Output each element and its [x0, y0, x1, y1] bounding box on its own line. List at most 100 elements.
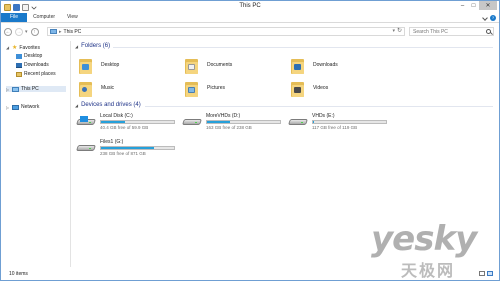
folders-group-title: Folders (6): [81, 43, 111, 49]
collapse-group-icon[interactable]: ◢: [75, 103, 78, 108]
breadcrumb-this-pc[interactable]: This PC: [64, 29, 82, 35]
properties-icon[interactable]: [13, 3, 20, 11]
folder-downloads[interactable]: Downloads: [291, 54, 391, 76]
drive-usage-bar: [100, 146, 175, 150]
nav-this-pc-label: This PC: [21, 86, 39, 92]
expand-ribbon-icon[interactable]: [482, 15, 488, 21]
address-bar[interactable]: ▸ This PC ▾ ↻: [47, 27, 405, 36]
search-box[interactable]: [409, 27, 494, 36]
folder-label: Pictures: [207, 85, 226, 91]
nav-item-label: Recent places: [24, 71, 56, 77]
drives-group-title: Devices and drives (4): [81, 102, 141, 108]
recent-places-icon: [16, 71, 22, 77]
nav-item-label: Desktop: [24, 53, 43, 59]
nav-network-label: Network: [21, 104, 40, 110]
navigation-bar: ← → ▾ ↑ ▸ This PC ▾ ↻: [1, 24, 499, 39]
drive-g[interactable]: Files1 (G:) 238 GB free of 871 GB: [73, 139, 177, 159]
address-dropdown-icon[interactable]: ▾: [392, 28, 395, 35]
desktop-icon: [16, 53, 22, 59]
folder-icon: [79, 80, 92, 97]
folder-videos[interactable]: Videos: [291, 77, 391, 99]
nav-item-label: Downloads: [24, 62, 49, 68]
nav-network[interactable]: ▷ Network: [6, 104, 39, 110]
forward-button[interactable]: →: [15, 27, 23, 36]
group-divider: [145, 106, 493, 107]
window-controls: – □ ✕: [457, 1, 497, 10]
ribbon-tabs: File Computer View ?: [1, 13, 499, 23]
folder-pictures[interactable]: Pictures: [185, 77, 285, 99]
hard-drive-icon: [76, 142, 96, 153]
folders-group-header[interactable]: ◢ Folders (6): [75, 43, 110, 49]
ribbon-controls: ?: [482, 15, 496, 21]
drive-free-space: 238 GB free of 871 GB: [100, 151, 146, 156]
folder-icon: [185, 57, 198, 74]
back-button[interactable]: ←: [4, 27, 12, 36]
star-icon: ★: [12, 45, 18, 51]
watermark-subtext: 天极网: [401, 261, 456, 280]
tab-file[interactable]: File: [1, 13, 28, 22]
hard-drive-icon: [288, 116, 308, 127]
folder-icon: [79, 57, 92, 74]
expand-icon[interactable]: ▷: [6, 87, 10, 92]
tab-computer[interactable]: Computer: [27, 13, 61, 22]
drive-free-space: 117 GB free of 119 GB: [312, 125, 358, 130]
customize-toolbar-icon[interactable]: [31, 4, 37, 10]
folder-icon[interactable]: [4, 3, 11, 11]
nav-favorites[interactable]: ◢ ★ Favorites: [6, 44, 40, 52]
expand-icon[interactable]: ▷: [6, 105, 10, 110]
new-folder-icon[interactable]: [22, 3, 29, 11]
recent-locations-icon[interactable]: ▾: [25, 29, 28, 35]
windows-drive-icon: [76, 116, 96, 127]
quick-access-toolbar: [1, 3, 37, 11]
drive-usage-bar: [312, 120, 387, 124]
search-input[interactable]: [413, 28, 485, 35]
drive-usage-bar: [206, 120, 281, 124]
nav-favorites-label: Favorites: [19, 44, 40, 51]
nav-item-recent-places[interactable]: Recent places: [16, 71, 56, 77]
drive-name: Files1 (G:): [100, 139, 124, 145]
folder-documents[interactable]: Documents: [185, 54, 285, 76]
help-icon[interactable]: ?: [490, 15, 496, 21]
drive-e[interactable]: VHDs (E:) 117 GB free of 119 GB: [285, 113, 389, 133]
tab-view[interactable]: View: [61, 13, 84, 22]
nav-item-downloads[interactable]: Downloads: [16, 62, 49, 68]
group-divider: [113, 47, 493, 48]
nav-item-desktop[interactable]: Desktop: [16, 53, 42, 59]
folder-icon: [185, 80, 198, 97]
drive-usage-bar: [100, 120, 175, 124]
close-button[interactable]: ✕: [479, 1, 497, 10]
folder-label: Videos: [313, 85, 329, 91]
drive-c[interactable]: Local Disk (C:) 40.4 GB free of 59.9 GB: [73, 113, 177, 133]
breadcrumb-separator-icon[interactable]: ▸: [59, 29, 62, 35]
folder-label: Documents: [207, 62, 233, 68]
minimize-button[interactable]: –: [457, 1, 468, 10]
refresh-icon[interactable]: ↻: [397, 28, 402, 35]
navigation-pane: ◢ ★ Favorites Desktop Downloads Recent p…: [1, 41, 71, 267]
collapse-icon[interactable]: ◢: [6, 45, 10, 50]
folder-label: Desktop: [101, 62, 120, 68]
folder-label: Downloads: [313, 62, 338, 68]
item-count: 10 items: [9, 271, 28, 277]
this-pc-icon: [12, 86, 19, 92]
drives-group-header[interactable]: ◢ Devices and drives (4): [75, 102, 141, 108]
nav-this-pc[interactable]: ▷ This PC: [6, 86, 66, 92]
downloads-icon: [16, 62, 22, 68]
drive-free-space: 40.4 GB free of 59.9 GB: [100, 125, 149, 130]
maximize-button[interactable]: □: [468, 1, 479, 10]
drive-free-space: 163 GB free of 238 GB: [206, 125, 252, 130]
folder-desktop[interactable]: Desktop: [79, 54, 179, 76]
watermark-logo: yesky 天极网: [367, 219, 497, 280]
watermark-text: yesky: [371, 219, 477, 259]
search-icon[interactable]: [486, 29, 491, 34]
drive-name: MoreVHDs (D:): [206, 113, 241, 119]
drive-d[interactable]: MoreVHDs (D:) 163 GB free of 238 GB: [179, 113, 283, 133]
computer-icon: [50, 29, 57, 34]
drive-name: Local Disk (C:): [100, 113, 133, 119]
collapse-group-icon[interactable]: ◢: [75, 44, 78, 49]
explorer-window: This PC – □ ✕ File Computer View ? ← → ▾…: [0, 0, 500, 281]
network-icon: [12, 104, 19, 110]
hard-drive-icon: [182, 116, 202, 127]
up-button[interactable]: ↑: [30, 27, 39, 36]
folder-icon: [291, 57, 304, 74]
folder-music[interactable]: Music: [79, 77, 179, 99]
